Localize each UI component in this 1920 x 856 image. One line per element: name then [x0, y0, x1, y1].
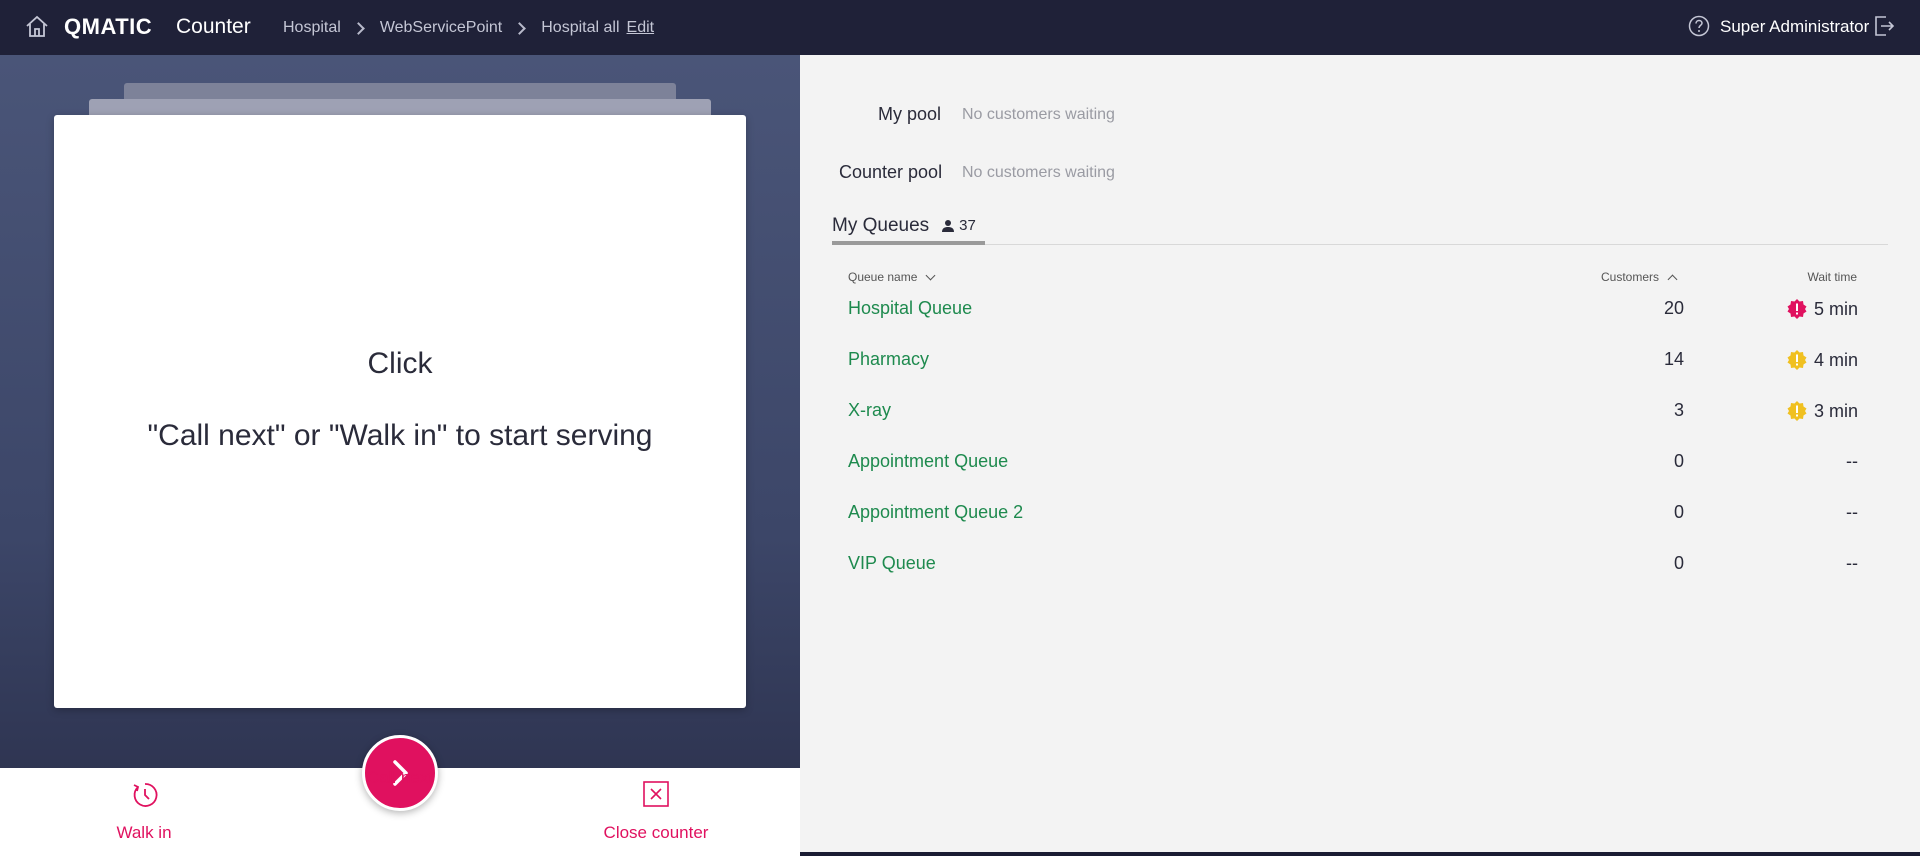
queue-wait-time: 5 min	[1786, 298, 1858, 320]
wait-time-value: --	[1846, 502, 1858, 522]
queue-customer-count: 0	[1673, 502, 1684, 522]
queue-customer-count: 3	[1673, 400, 1684, 420]
breadcrumb-profile: Hospital all	[541, 19, 620, 36]
table-row[interactable]: VIP Queue 0 --	[848, 553, 1858, 583]
queue-name-link[interactable]: VIP Queue	[848, 553, 936, 574]
queue-wait-time: --	[1846, 553, 1858, 574]
warning-alert-icon	[1787, 350, 1807, 370]
table-row[interactable]: Hospital Queue 20 5 min	[848, 298, 1858, 328]
queue-name-link[interactable]: Hospital Queue	[848, 298, 972, 319]
wait-time-value: 3 min	[1813, 400, 1858, 421]
column-header-wait-time-label: Wait time	[1807, 270, 1857, 284]
table-row[interactable]: Appointment Queue 0 --	[848, 451, 1858, 481]
queue-customer-count: 0	[1673, 553, 1684, 573]
my-pool-status: No customers waiting	[962, 106, 1115, 123]
table-row[interactable]: Pharmacy 14 4 min	[848, 349, 1858, 379]
queue-wait-time: --	[1846, 451, 1858, 472]
serving-card: Click "Call next" or "Walk in" to start …	[54, 115, 746, 708]
wait-time-value: 4 min	[1813, 349, 1858, 370]
logout-icon[interactable]	[1872, 14, 1896, 38]
warning-alert-icon	[1787, 401, 1807, 421]
column-header-customers[interactable]: Customers	[1478, 270, 1678, 284]
queue-customer-count: 14	[1663, 349, 1684, 369]
wait-time-value: --	[1846, 553, 1858, 573]
my-pool-label: My pool	[878, 104, 942, 124]
queue-customer-count: 0	[1673, 451, 1684, 471]
queue-wait-time: 3 min	[1786, 400, 1858, 422]
walk-in-label: Walk in	[116, 823, 172, 842]
chevron-down-icon	[925, 270, 936, 280]
queue-pane: My pool No customers waiting Counter poo…	[800, 55, 1920, 852]
person-icon	[942, 220, 955, 232]
edit-link[interactable]: Edit	[627, 19, 655, 37]
queue-wait-time: --	[1846, 502, 1858, 523]
wait-time-value: 5 min	[1813, 298, 1858, 319]
breadcrumb-branch: Hospital	[283, 19, 341, 36]
tab-my-queues-label: My Queues	[832, 215, 930, 236]
counter-pool: Counter pool No customers waiting	[800, 162, 1400, 186]
column-header-queue-name[interactable]: Queue name	[848, 270, 936, 284]
my-pool: My pool No customers waiting	[800, 104, 1400, 128]
queue-name-link[interactable]: X-ray	[848, 400, 891, 421]
walk-in-icon	[133, 783, 158, 807]
top-bar: QMATIC Counter Hospital WebServicePoint …	[0, 0, 1920, 55]
chevron-up-icon	[1667, 274, 1678, 284]
close-counter-label: Close counter	[603, 823, 709, 842]
queue-customer-count: 20	[1663, 298, 1684, 318]
queue-wait-time: 4 min	[1786, 349, 1858, 371]
close-counter-icon	[643, 781, 669, 807]
chevron-right-icon	[351, 21, 365, 35]
call-next-label[interactable]: Call next	[300, 768, 500, 788]
queue-name-link[interactable]: Pharmacy	[848, 349, 929, 370]
counter-pool-label: Counter pool	[839, 162, 943, 182]
chevron-right-icon	[513, 21, 527, 35]
column-header-queue-name-label: Queue name	[848, 270, 918, 284]
total-customers-count: 37	[959, 217, 976, 234]
queue-name-link[interactable]: Appointment Queue 2	[848, 502, 1023, 523]
serving-card-title: Click	[367, 347, 433, 380]
wait-time-value: --	[1846, 451, 1858, 471]
serving-card-instructions: "Call next" or "Walk in" to start servin…	[147, 419, 653, 452]
column-header-wait-time[interactable]: Wait time	[1800, 270, 1857, 284]
help-icon[interactable]	[1688, 15, 1710, 37]
table-row[interactable]: X-ray 3 3 min	[848, 400, 1858, 430]
walk-in-button[interactable]: Walk in	[44, 768, 244, 856]
tab-my-queues[interactable]: My Queues 37	[832, 215, 985, 245]
queue-tabs: My Queues 37	[832, 215, 1888, 245]
breadcrumb: Hospital WebServicePoint Hospital all Ed…	[283, 19, 654, 37]
app-title: Counter	[176, 15, 251, 38]
counter-pool-status: No customers waiting	[962, 164, 1115, 181]
close-counter-button[interactable]: Close counter	[556, 768, 756, 856]
critical-alert-icon	[1787, 299, 1807, 319]
user-name[interactable]: Super Administrator	[1720, 17, 1869, 37]
queue-name-link[interactable]: Appointment Queue	[848, 451, 1008, 472]
home-icon[interactable]	[24, 14, 50, 40]
breadcrumb-service-point: WebServicePoint	[379, 19, 503, 36]
column-header-customers-label: Customers	[1600, 270, 1659, 284]
table-row[interactable]: Appointment Queue 2 0 --	[848, 502, 1858, 532]
brand-logo: QMATIC	[64, 14, 153, 39]
